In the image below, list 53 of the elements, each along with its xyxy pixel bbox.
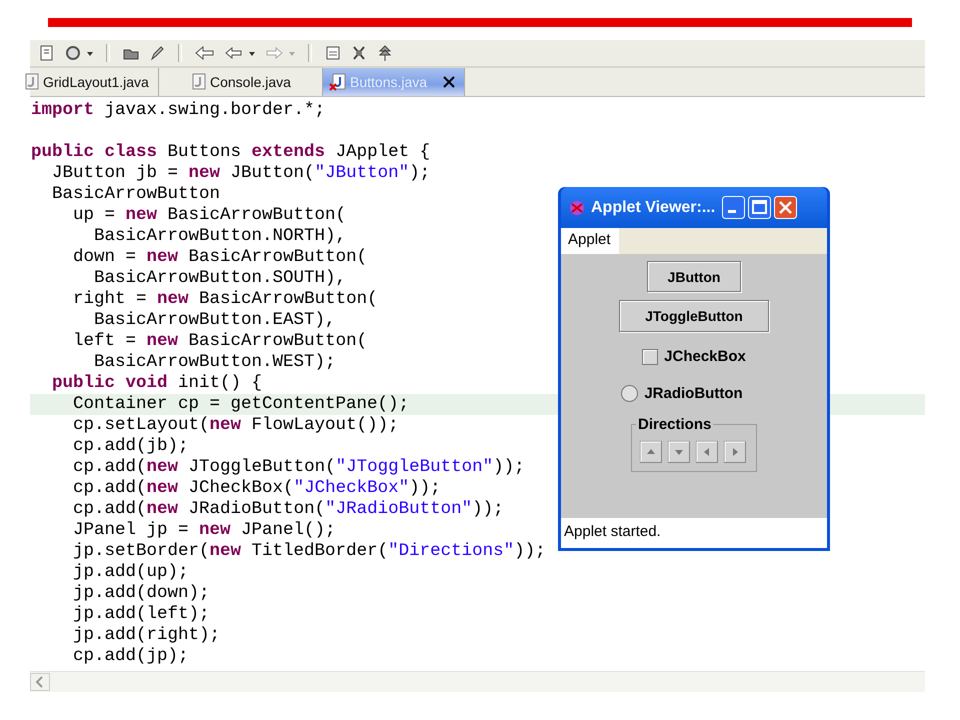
close-button[interactable] — [774, 196, 798, 219]
circle-icon[interactable] — [64, 44, 82, 62]
minimize-button[interactable] — [722, 196, 746, 219]
code-line: up = new BasicArrowButton( — [72, 205, 346, 225]
window-icon[interactable] — [324, 44, 342, 62]
arrow-down-button[interactable] — [668, 441, 690, 463]
arrow-up-button[interactable] — [640, 441, 662, 463]
push-button[interactable]: JButton — [646, 261, 742, 292]
panel-title: Directions — [637, 416, 712, 433]
arrow-left-icon[interactable] — [224, 44, 244, 62]
code-line: BasicArrowButton.EAST), — [93, 310, 336, 330]
window-title: Applet Viewer:... — [591, 198, 716, 216]
code-line: BasicArrowButton.SOUTH), — [93, 268, 346, 288]
code-line: BasicArrowButton.WEST); — [93, 352, 336, 372]
scroll-left-icon[interactable] — [30, 673, 50, 691]
editor-tab[interactable]: GridLayout1.java — [22, 68, 159, 96]
arrow-left-button[interactable] — [696, 441, 718, 463]
close-icon[interactable] — [442, 75, 456, 89]
checkbox-label[interactable]: JCheckBox — [664, 348, 746, 365]
code-line: down = new BasicArrowButton( — [72, 247, 368, 267]
tree-icon[interactable] — [376, 44, 394, 62]
code-line: cp.add(jb); — [72, 436, 189, 456]
code-line: JButton jb = new JButton("JButton"); — [51, 163, 430, 183]
code-line: jp.add(down); — [72, 583, 210, 603]
code-line: right = new BasicArrowButton( — [72, 289, 378, 309]
toggle-button[interactable]: JToggleButton — [619, 300, 769, 332]
code-line: left = new BasicArrowButton( — [72, 331, 368, 351]
code-line: BasicArrowButton — [51, 184, 220, 204]
code-line: public void init() { — [51, 373, 262, 393]
arrow-left-icon[interactable] — [194, 44, 216, 62]
code-line: jp.setBorder(new TitledBorder("Directions")); — [72, 541, 546, 561]
code-line: cp.add(new JCheckBox("JCheckBox")); — [72, 478, 441, 498]
code-line: Container cp = getContentPane(); — [72, 394, 410, 414]
code-line: jp.add(left); — [72, 604, 210, 624]
code-line: public class Buttons extends JApplet { — [31, 142, 430, 162]
code-line: jp.add(up); — [72, 562, 189, 582]
menu-item[interactable]: Applet — [561, 228, 619, 254]
code-line: cp.add(new JToggleButton("JToggleButton")); — [72, 457, 525, 477]
status-text: Applet started. — [564, 523, 661, 540]
code-line: BasicArrowButton.NORTH), — [93, 226, 346, 246]
arrow-right-button[interactable] — [724, 441, 746, 463]
code-line: cp.setLayout(new FlowLayout()); — [72, 415, 399, 435]
code-line: import javax.swing.border.*; — [31, 100, 326, 120]
pencil-icon[interactable] — [148, 44, 166, 62]
code-line: cp.add(new JRadioButton("JRadioButton")); — [72, 499, 504, 519]
code-line: cp.add(jp); — [72, 646, 189, 666]
code-line: JPanel jp = new JPanel(); — [72, 520, 336, 540]
radio-button[interactable] — [621, 385, 638, 402]
radio-label[interactable]: JRadioButton — [644, 385, 743, 402]
checkbox[interactable] — [642, 348, 658, 364]
code-line: jp.add(right); — [72, 625, 220, 645]
maximize-button[interactable] — [748, 196, 772, 219]
horizontal-scrollbar[interactable] — [30, 671, 925, 692]
